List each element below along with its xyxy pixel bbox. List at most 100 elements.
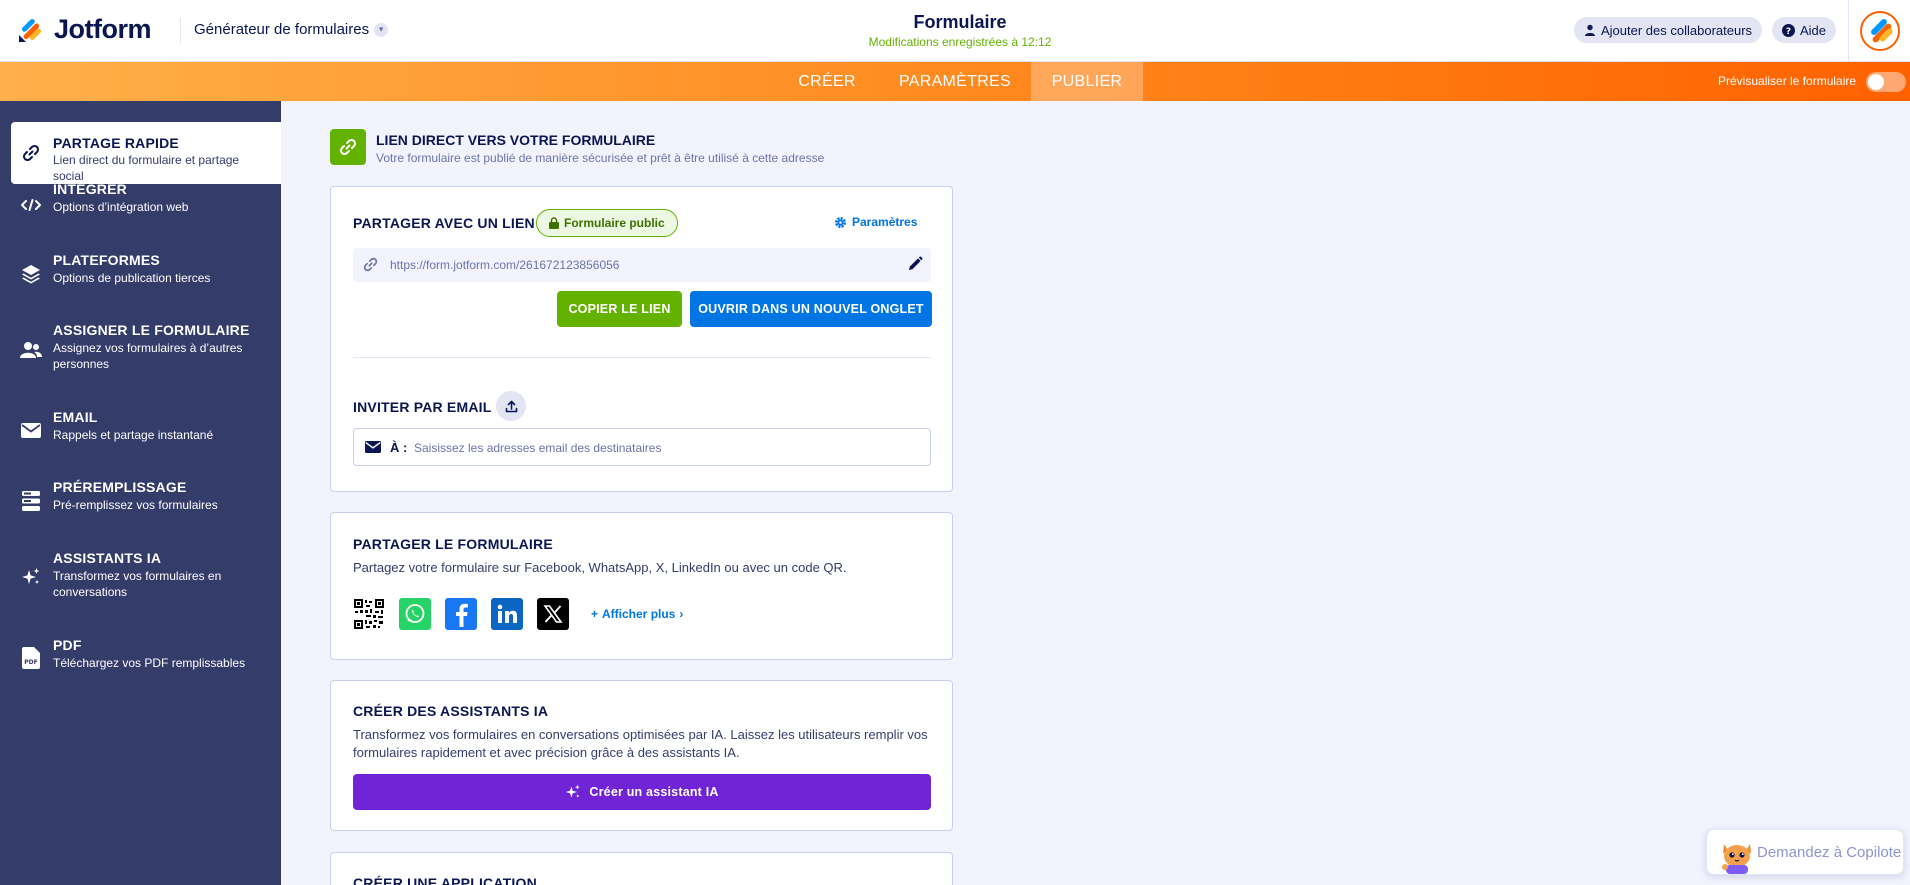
create-app-card: CRÉER UNE APPLICATION xyxy=(330,852,953,885)
lock-icon xyxy=(549,217,559,229)
invite-email-title: INVITER PAR EMAIL xyxy=(353,399,492,415)
builder-nav: CRÉER PARAMÈTRES PUBLIER Prévisualiser l… xyxy=(0,62,1910,101)
account-menu[interactable] xyxy=(1848,0,1910,62)
preview-label: Prévisualiser le formulaire xyxy=(1718,74,1857,88)
add-collaborators-button[interactable]: Ajouter des collaborateurs xyxy=(1574,17,1763,43)
qr-code-icon[interactable] xyxy=(353,598,385,630)
upload-icon xyxy=(505,400,517,412)
copilot-label: Demandez à Copilote xyxy=(1757,844,1902,861)
prefill-icon xyxy=(19,489,43,513)
sidebar-item-desc: Options d’intégration web xyxy=(53,200,189,214)
direct-link-subtitle: Votre formulaire est publié de manière s… xyxy=(376,151,825,165)
ai-assistant-card: CRÉER DES ASSISTANTS IA Transformez vos … xyxy=(330,680,953,831)
form-title[interactable]: Formulaire xyxy=(860,12,1060,33)
create-app-title: CRÉER UNE APPLICATION xyxy=(353,875,537,885)
copilot-mascot-icon xyxy=(1722,844,1751,874)
open-new-tab-button[interactable]: OUVRIR DANS UN NOUVEL ONGLET xyxy=(690,291,932,327)
direct-link-title: LIEN DIRECT VERS VOTRE FORMULAIRE xyxy=(376,132,656,148)
sidebar-item-assign-form[interactable]: ASSIGNER LE FORMULAIRE Assignez vos form… xyxy=(11,322,281,386)
upload-contacts-button[interactable] xyxy=(496,391,526,421)
help-button[interactable]: ? Aide xyxy=(1772,17,1837,43)
avatar-logo-icon xyxy=(1870,19,1893,43)
sidebar-item-title: PRÉREMPLISSAGE xyxy=(53,479,187,495)
sidebar-item-ai-assistants[interactable]: ASSISTANTS IA Transformez vos formulaire… xyxy=(11,550,281,614)
public-form-badge[interactable]: Formulaire public xyxy=(536,209,678,237)
share-form-card: PARTAGER LE FORMULAIRE Partagez votre fo… xyxy=(330,512,953,660)
user-icon xyxy=(1585,24,1595,36)
preview-toggle[interactable] xyxy=(1866,72,1906,92)
form-url[interactable]: https://form.jotform.com/261672123856056 xyxy=(390,258,619,272)
copilot-button[interactable]: Demandez à Copilote xyxy=(1706,829,1904,875)
email-recipients-field[interactable]: À : Saisissez les adresses email des des… xyxy=(353,428,931,466)
avatar[interactable] xyxy=(1859,11,1900,51)
toggle-knob xyxy=(1868,74,1884,90)
public-form-label: Formulaire public xyxy=(564,216,665,230)
builder-label: Générateur de formulaires xyxy=(194,21,370,38)
facebook-icon[interactable] xyxy=(445,598,477,630)
sparkle-icon xyxy=(566,784,581,798)
sidebar-item-quick-share[interactable]: PARTAGE RAPIDE Lien direct du formulaire… xyxy=(11,122,281,184)
share-link-title: PARTAGER AVEC UN LIEN xyxy=(353,215,535,231)
sidebar-item-embed[interactable]: INTÉGRER Options d’intégration web xyxy=(11,181,281,229)
sidebar-item-title: INTÉGRER xyxy=(53,181,127,197)
sidebar-item-prefill[interactable]: PRÉREMPLISSAGE Pré-remplissez vos formul… xyxy=(11,479,281,527)
link-icon xyxy=(19,141,43,165)
sidebar-item-title: PARTAGE RAPIDE xyxy=(53,135,179,151)
sidebar-item-title: PDF xyxy=(53,637,82,653)
link-icon xyxy=(330,129,366,165)
svg-text:?: ? xyxy=(1786,27,1791,37)
tab-create[interactable]: CRÉER xyxy=(786,62,868,101)
sidebar-item-desc: Transformez vos formulaires en conversat… xyxy=(53,569,222,599)
ai-assistant-title: CRÉER DES ASSISTANTS IA xyxy=(353,703,549,719)
pdf-icon: PDF xyxy=(19,646,43,670)
main-content: LIEN DIRECT VERS VOTRE FORMULAIRE Votre … xyxy=(281,101,1910,885)
x-icon[interactable] xyxy=(537,598,569,630)
social-share-icons: + Afficher plus › xyxy=(353,598,683,630)
sidebar-item-pdf[interactable]: PDF PDF Téléchargez vos PDF remplissable… xyxy=(11,637,281,685)
help-label: Aide xyxy=(1800,22,1827,38)
tab-publish[interactable]: PUBLIER xyxy=(1031,62,1143,101)
create-ai-assistant-button[interactable]: Créer un assistant IA xyxy=(353,774,931,810)
share-form-title: PARTAGER LE FORMULAIRE xyxy=(353,536,553,552)
add-collaborators-label: Ajouter des collaborateurs xyxy=(1601,22,1753,38)
email-to-label: À : xyxy=(390,440,408,455)
builder-dropdown[interactable]: Générateur de formulaires ▾ xyxy=(194,21,389,38)
sidebar-item-desc: Assignez vos formulaires à d’autres pers… xyxy=(53,341,243,371)
logo-text: Jotform xyxy=(54,14,152,44)
section-divider xyxy=(353,357,931,358)
sidebar-item-title: PLATEFORMES xyxy=(53,252,160,268)
whatsapp-icon[interactable] xyxy=(399,598,431,630)
tab-settings[interactable]: PARAMÈTRES xyxy=(890,62,1020,101)
sidebar-item-desc: Lien direct du formulaire et partage soc… xyxy=(53,153,240,183)
form-title-block: Formulaire Modifications enregistrées à … xyxy=(860,12,1060,49)
email-recipients-input[interactable]: Saisissez les adresses email des destina… xyxy=(414,441,661,455)
show-more-label: Afficher plus xyxy=(602,607,676,621)
sidebar-item-platforms[interactable]: PLATEFORMES Options de publication tierc… xyxy=(11,252,281,300)
copy-link-button[interactable]: COPIER LE LIEN xyxy=(557,291,682,327)
chevron-right-icon: › xyxy=(679,607,684,621)
envelope-icon xyxy=(365,441,381,453)
sparkle-icon xyxy=(19,565,43,589)
link-settings-button[interactable]: Paramètres xyxy=(834,215,917,229)
help-icon: ? xyxy=(1782,23,1795,37)
share-link-card: PARTAGER AVEC UN LIEN Formulaire public … xyxy=(330,186,953,492)
sidebar-item-email[interactable]: EMAIL Rappels et partage instantané xyxy=(11,409,281,457)
form-url-field[interactable]: https://form.jotform.com/261672123856056 xyxy=(353,248,931,282)
linkedin-icon[interactable] xyxy=(491,598,523,630)
share-form-desc: Partagez votre formulaire sur Facebook, … xyxy=(353,560,847,575)
chevron-down-icon: ▾ xyxy=(374,22,389,37)
jotform-logo[interactable]: Jotform xyxy=(16,14,152,45)
publish-sidebar: PARTAGE RAPIDE Lien direct du formulaire… xyxy=(0,101,281,885)
header-divider xyxy=(180,18,181,44)
sidebar-item-title: ASSISTANTS IA xyxy=(53,550,162,566)
sidebar-item-title: EMAIL xyxy=(53,409,98,425)
envelope-icon xyxy=(19,418,43,442)
top-bar: Jotform Générateur de formulaires ▾ Form… xyxy=(0,0,1910,62)
plus-icon: + xyxy=(591,607,599,621)
pencil-icon[interactable] xyxy=(907,256,923,272)
saved-status: Modifications enregistrées à 12:12 xyxy=(868,35,1052,49)
show-more-button[interactable]: + Afficher plus › xyxy=(591,607,683,621)
create-ai-assistant-label: Créer un assistant IA xyxy=(589,785,719,799)
page-scrollbar[interactable] xyxy=(1903,101,1910,885)
sidebar-item-title: ASSIGNER LE FORMULAIRE xyxy=(53,322,250,338)
